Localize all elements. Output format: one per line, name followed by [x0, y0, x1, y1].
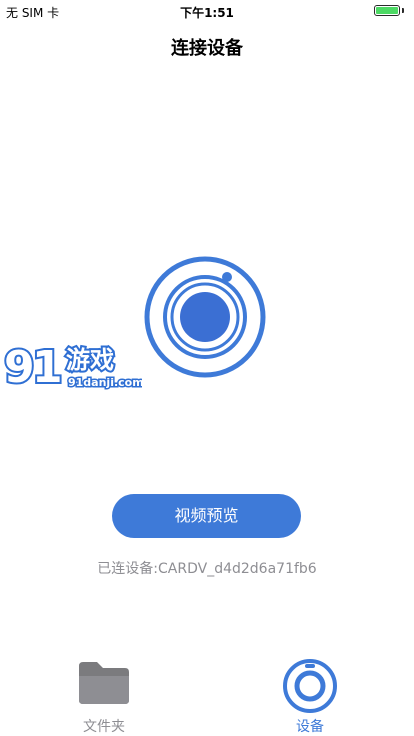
- svg-text:9: 9: [4, 342, 35, 393]
- tab-bar: 文件夹 设备: [0, 650, 414, 736]
- tab-device-label: 设备: [296, 719, 324, 735]
- svg-text:1: 1: [32, 342, 63, 393]
- tab-folder-label: 文件夹: [83, 719, 125, 735]
- camera-lens-icon: [283, 659, 337, 713]
- tab-folder[interactable]: 文件夹: [44, 650, 164, 736]
- svg-text:游戏: 游戏: [66, 346, 114, 374]
- status-time: 下午1:51: [180, 6, 234, 20]
- battery-level: [376, 7, 398, 14]
- tab-device[interactable]: 设备: [250, 650, 370, 736]
- svg-text:91danji.com: 91danji.com: [68, 376, 142, 389]
- watermark-logo: 9 1 游戏 91danji.com: [2, 340, 142, 394]
- battery-tip: [402, 8, 404, 13]
- folder-icon: [79, 662, 129, 704]
- status-bar: 无 SIM 卡 下午1:51: [0, 0, 414, 22]
- connected-device-label: 已连设备:CARDV_d4d2d6a71fb6: [97, 561, 317, 577]
- video-preview-button[interactable]: 视频预览: [112, 494, 301, 538]
- camera-lens-icon: [144, 256, 266, 378]
- battery-icon: [374, 5, 400, 16]
- page-title: 连接设备: [171, 38, 243, 59]
